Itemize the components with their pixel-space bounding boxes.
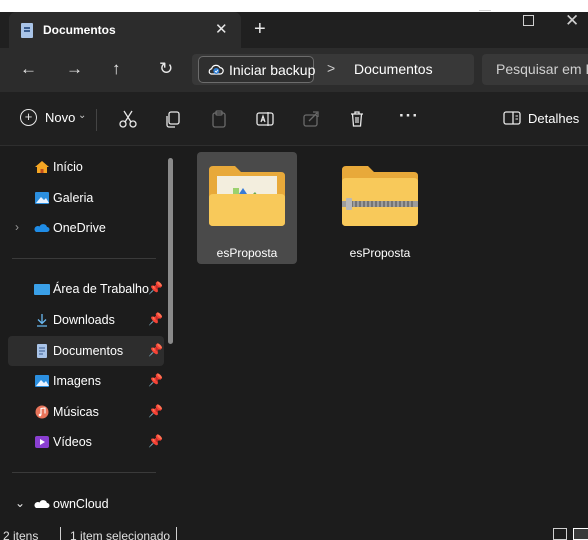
more-options-icon[interactable]: ··· bbox=[399, 106, 419, 126]
pin-icon[interactable]: 📌 bbox=[148, 281, 163, 295]
owncloud-icon bbox=[34, 500, 50, 508]
maximize-icon[interactable] bbox=[523, 15, 534, 26]
folder-icon bbox=[209, 166, 285, 226]
top-strip bbox=[0, 0, 588, 12]
file-list-pane: esProposta esProposta bbox=[183, 146, 588, 524]
chevron-right-icon[interactable]: › bbox=[15, 220, 19, 234]
details-label: Detalhes bbox=[528, 111, 580, 126]
documents-icon bbox=[37, 344, 47, 358]
sidebar-item-downloads[interactable]: Downloads 📌 bbox=[8, 305, 164, 335]
command-bar: + Novo ⌄ ··· Detalhes bbox=[0, 92, 588, 146]
sidebar-item-area-de-trabalho[interactable]: Área de Trabalho 📌 bbox=[8, 274, 164, 304]
sidebar-divider bbox=[12, 258, 156, 259]
sidebar-divider bbox=[12, 472, 156, 473]
backup-label: Iniciar backup bbox=[229, 62, 316, 78]
sidebar-scrollbar[interactable] bbox=[168, 158, 173, 344]
details-pane-icon bbox=[503, 111, 521, 125]
pin-icon[interactable]: 📌 bbox=[148, 343, 163, 357]
sidebar-item-galeria[interactable]: Galeria bbox=[8, 183, 164, 213]
breadcrumb-separator: > bbox=[327, 60, 336, 76]
sidebar-item-musicas[interactable]: Músicas 📌 bbox=[8, 397, 164, 427]
address-box[interactable]: Iniciar backup > Documentos bbox=[192, 54, 474, 85]
pin-icon[interactable]: 📌 bbox=[148, 434, 163, 448]
paste-icon[interactable] bbox=[208, 108, 230, 130]
share-icon[interactable] bbox=[300, 108, 322, 130]
sidebar-item-label: ownCloud bbox=[53, 497, 109, 511]
pin-icon[interactable]: 📌 bbox=[148, 373, 163, 387]
desktop-icon bbox=[34, 284, 50, 295]
tab-title: Documentos bbox=[43, 23, 116, 37]
onedrive-icon bbox=[34, 224, 50, 232]
tab-documentos[interactable]: Documentos ✕ bbox=[9, 12, 241, 48]
selection-count: 1 item selecionado bbox=[70, 529, 171, 540]
home-icon bbox=[35, 161, 49, 173]
sidebar-item-label: Downloads bbox=[53, 313, 115, 327]
sidebar-item-label: OneDrive bbox=[53, 221, 106, 235]
rename-icon[interactable] bbox=[254, 108, 276, 130]
delete-icon[interactable] bbox=[346, 108, 368, 130]
breadcrumb-documentos[interactable]: Documentos bbox=[354, 61, 433, 77]
forward-arrow-icon[interactable]: → bbox=[66, 60, 83, 77]
window-close-icon[interactable]: ✕ bbox=[565, 11, 579, 31]
plus-circle-icon: + bbox=[20, 109, 37, 126]
sidebar-item-onedrive[interactable]: › OneDrive bbox=[8, 213, 164, 243]
refresh-icon[interactable]: ↻ bbox=[159, 60, 173, 77]
sidebar-item-documentos[interactable]: Documentos 📌 bbox=[8, 336, 164, 366]
back-arrow-icon[interactable]: ← bbox=[20, 60, 37, 77]
copy-icon[interactable] bbox=[162, 108, 184, 130]
sidebar-item-label: Músicas bbox=[53, 405, 99, 419]
navigation-pane: Início Galeria › OneDrive Área de Trabal… bbox=[0, 146, 176, 540]
sidebar-item-imagens[interactable]: Imagens 📌 bbox=[8, 366, 164, 396]
sidebar-item-videos[interactable]: Vídeos 📌 bbox=[8, 427, 164, 457]
search-placeholder: Pesquisar em D bbox=[496, 61, 588, 77]
file-name: esProposta bbox=[216, 246, 278, 260]
pin-icon[interactable]: 📌 bbox=[148, 312, 163, 326]
minimize-icon[interactable] bbox=[479, 10, 491, 11]
sidebar-item-inicio[interactable]: Início bbox=[8, 152, 164, 182]
title-bar: Documentos ✕ + ✕ bbox=[0, 0, 588, 48]
sidebar-item-label: Galeria bbox=[53, 191, 94, 205]
folder-item[interactable]: esProposta bbox=[197, 152, 297, 264]
sidebar-item-owncloud[interactable]: ⌄ ownCloud bbox=[8, 489, 164, 519]
zip-folder-icon bbox=[342, 166, 418, 226]
chevron-down-icon[interactable]: ⌄ bbox=[15, 496, 25, 510]
zip-folder-item[interactable]: esProposta bbox=[330, 152, 430, 264]
sidebar-item-label: Início bbox=[53, 160, 83, 174]
new-label: Novo bbox=[45, 110, 76, 125]
sidebar-item-label: Área de Trabalho bbox=[53, 282, 149, 296]
cloud-backup-icon bbox=[208, 64, 224, 75]
address-bar: ← → ↑ ↻ Iniciar backup > Documentos Pesq… bbox=[0, 48, 588, 92]
sidebar-item-label: Vídeos bbox=[53, 435, 92, 449]
cut-icon[interactable] bbox=[117, 108, 139, 130]
download-icon bbox=[37, 314, 47, 327]
up-arrow-icon[interactable]: ↑ bbox=[112, 60, 121, 77]
search-input[interactable]: Pesquisar em D bbox=[482, 54, 588, 85]
status-divider bbox=[176, 527, 177, 540]
status-bar: 2 itens 1 item selecionado bbox=[0, 524, 588, 540]
sidebar-item-label: Documentos bbox=[53, 344, 124, 358]
file-name: esProposta bbox=[349, 246, 411, 260]
documents-icon bbox=[21, 23, 33, 38]
gallery-icon bbox=[35, 192, 49, 204]
chevron-down-icon: ⌄ bbox=[78, 110, 87, 121]
details-view-icon[interactable] bbox=[553, 528, 567, 540]
plus-icon[interactable]: + bbox=[254, 19, 266, 39]
item-count: 2 itens bbox=[3, 529, 39, 540]
toolbar-divider bbox=[96, 109, 97, 131]
close-icon[interactable]: ✕ bbox=[215, 20, 228, 38]
videos-icon bbox=[35, 436, 49, 448]
backup-button[interactable]: Iniciar backup bbox=[198, 56, 316, 83]
pictures-icon bbox=[35, 375, 49, 387]
status-divider bbox=[60, 527, 61, 540]
large-icons-view-icon[interactable] bbox=[573, 528, 588, 540]
pin-icon[interactable]: 📌 bbox=[148, 404, 163, 418]
sidebar-item-label: Imagens bbox=[53, 374, 101, 388]
music-icon bbox=[35, 405, 49, 419]
